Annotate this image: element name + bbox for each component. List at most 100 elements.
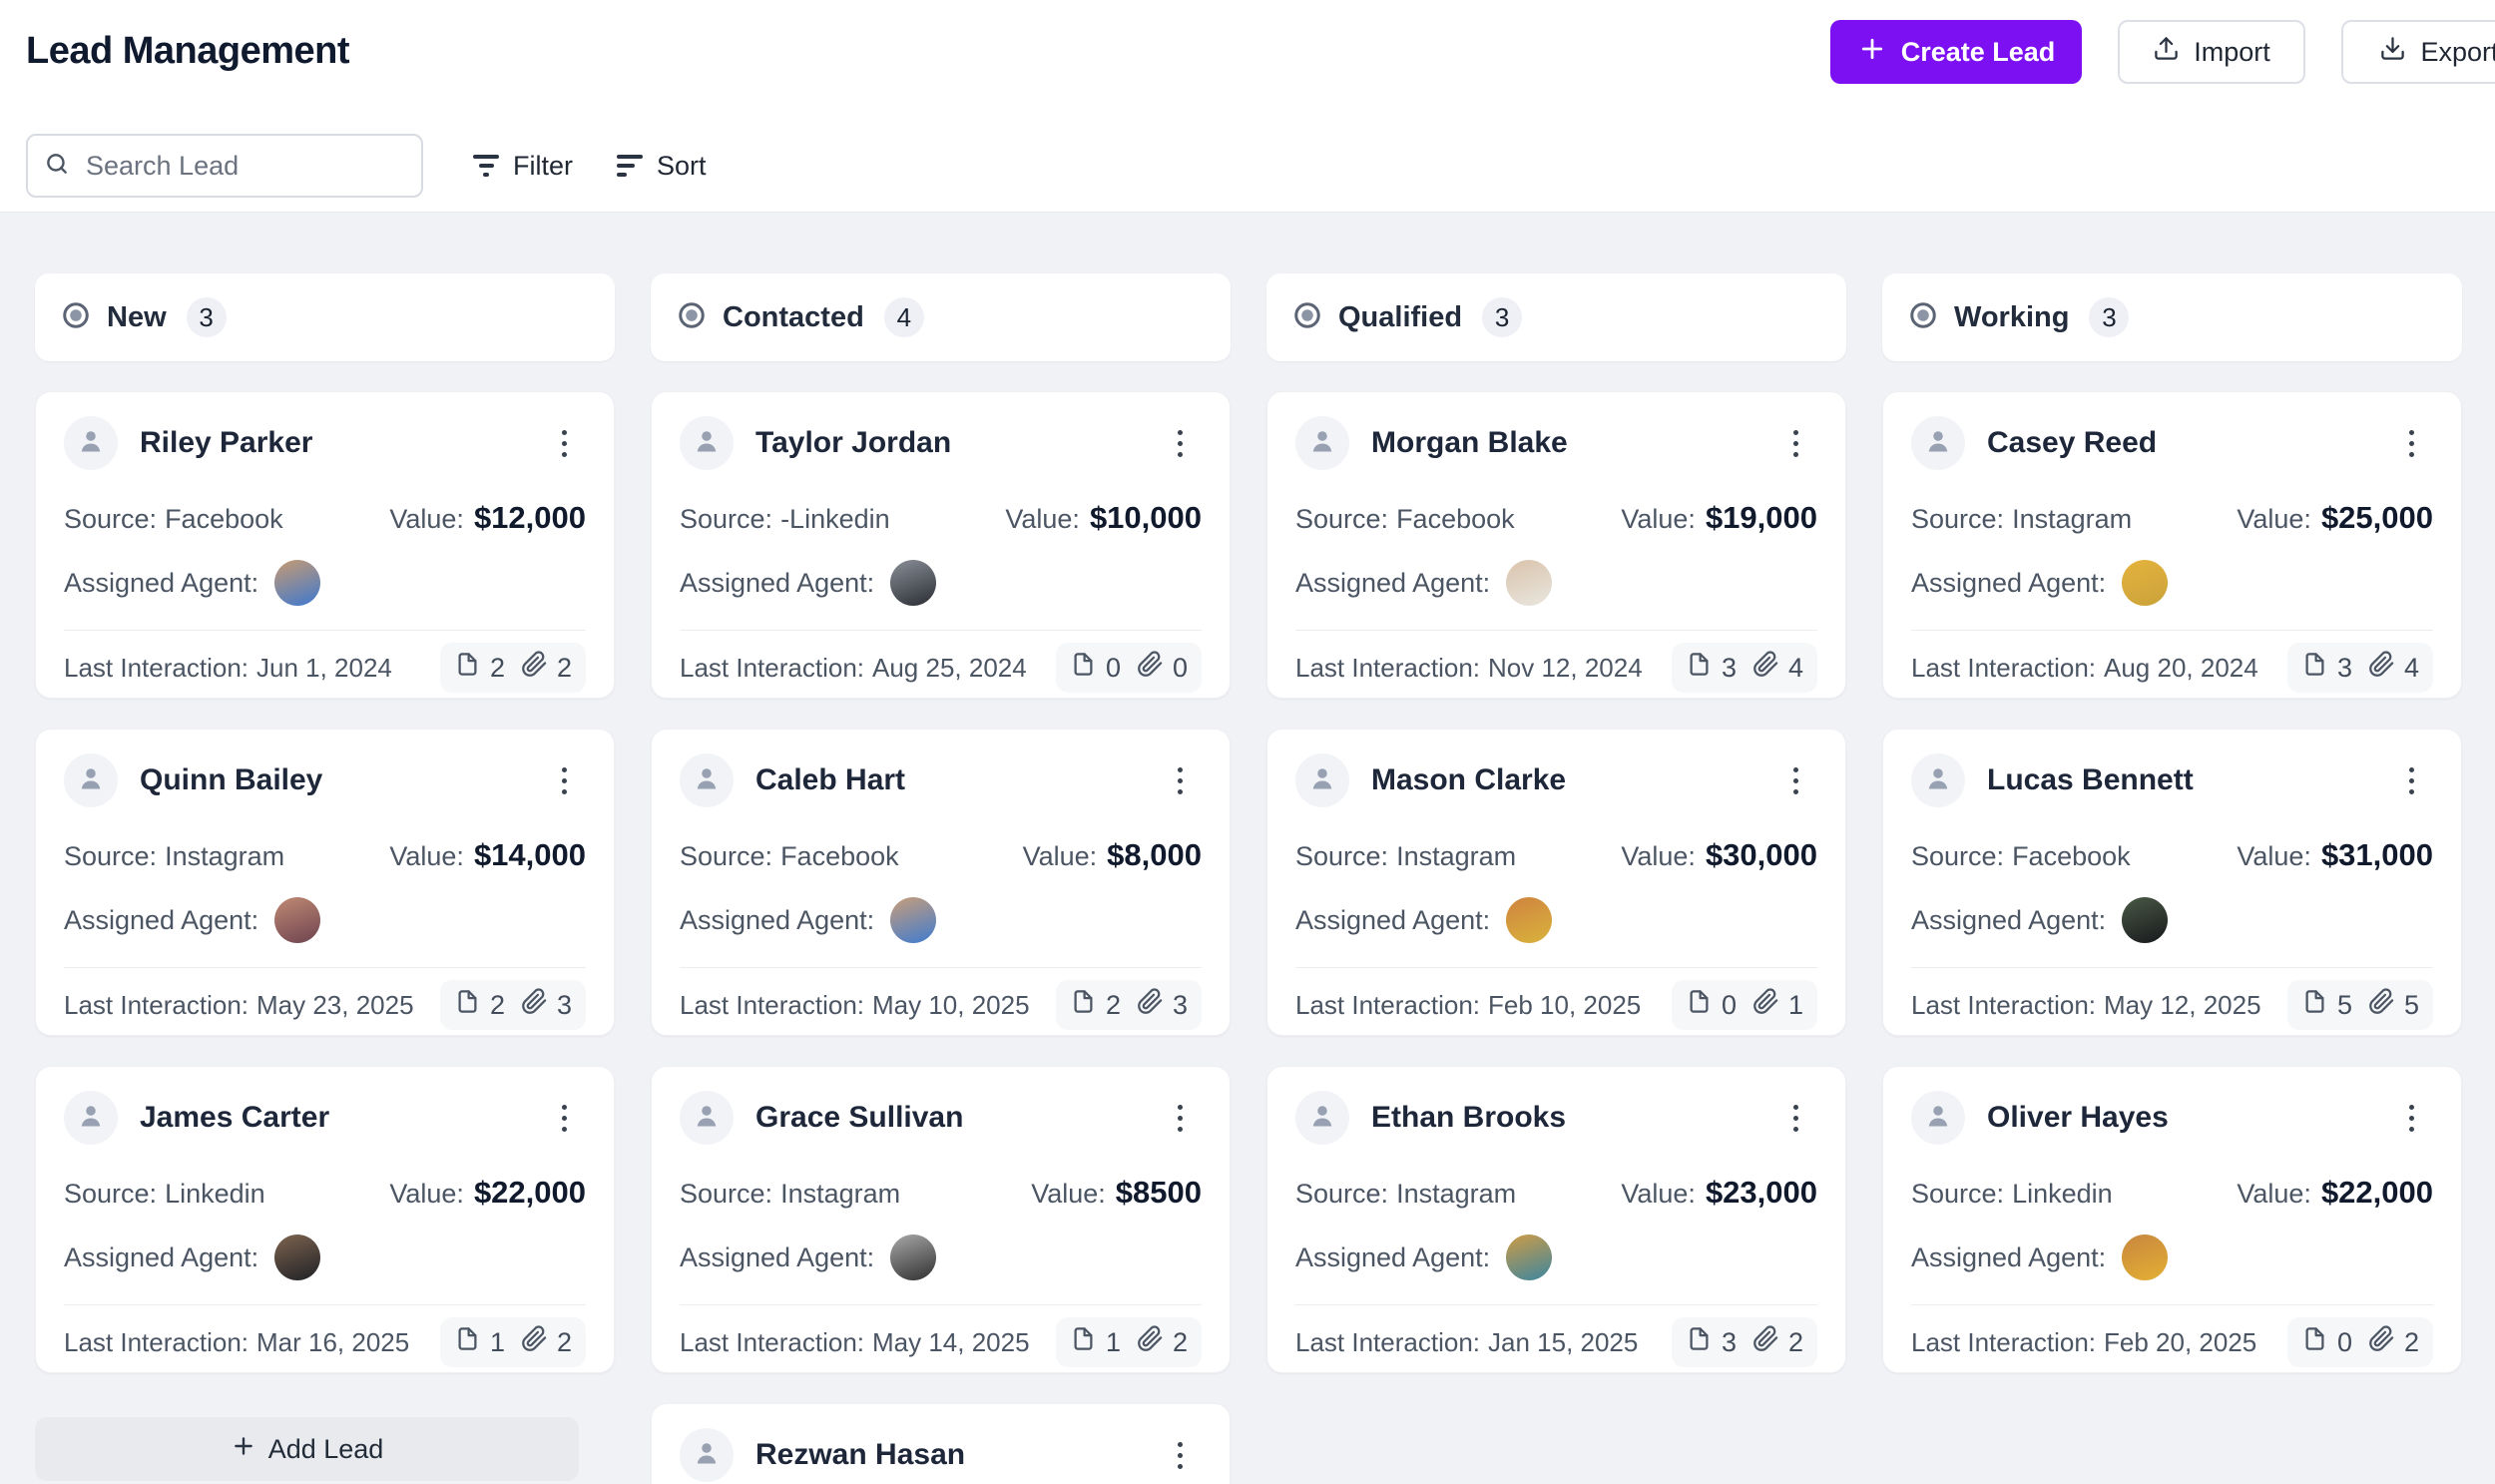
- lead-avatar: [1295, 753, 1349, 807]
- lead-card[interactable]: Riley Parker Source: Facebook Value: $12,0…: [35, 391, 615, 699]
- value-text: Value: $19,000: [1621, 500, 1817, 536]
- column-count-badge: 4: [883, 297, 924, 337]
- kebab-menu-button[interactable]: [1773, 421, 1817, 465]
- file-icon: [454, 651, 481, 685]
- lead-card[interactable]: Oliver Hayes Source: Linkedin Value: $22,0…: [1882, 1066, 2462, 1373]
- lead-card[interactable]: Casey Reed Source: Instagram Value: $25,00…: [1882, 391, 2462, 699]
- file-icon: [454, 988, 481, 1022]
- last-interaction-text: Last Interaction: Jan 15, 2025: [1295, 1327, 1638, 1358]
- lead-name: Riley Parker: [140, 426, 313, 459]
- source-value: Facebook: [780, 841, 899, 871]
- kebab-menu-button[interactable]: [1773, 758, 1817, 802]
- value-amount: $31,000: [2320, 837, 2433, 872]
- card-footer: Last Interaction: Feb 20, 2025 0 2: [1911, 1317, 2433, 1367]
- source-value-row: Source: Linkedin Value: $22,000: [1911, 1175, 2433, 1211]
- agent-label: Assigned Agent:: [64, 567, 259, 598]
- footer-meta-pill: 0 1: [1671, 980, 1817, 1030]
- value-label: Value:: [389, 1179, 464, 1209]
- kebab-menu-button[interactable]: [1773, 1096, 1817, 1140]
- create-lead-label: Create Lead: [1900, 36, 2056, 67]
- column-title: New: [107, 300, 167, 333]
- search-input[interactable]: [84, 149, 387, 183]
- lead-card[interactable]: Rezwan Hasan Source: Value: Assigned Age…: [651, 1403, 1231, 1484]
- kebab-menu-button[interactable]: [542, 758, 586, 802]
- add-lead-button[interactable]: Add Lead: [35, 1417, 579, 1481]
- value-amount: $14,000: [473, 837, 586, 872]
- value-text: Value: $22,000: [2237, 1175, 2433, 1211]
- export-button[interactable]: Export: [2341, 20, 2495, 84]
- paperclip-icon: [2368, 1325, 2395, 1359]
- lead-card-header: Quinn Bailey: [64, 753, 586, 807]
- source-value: Instagram: [2012, 504, 2133, 534]
- search-icon: [28, 151, 84, 182]
- kebab-menu-button[interactable]: [1158, 1433, 1202, 1477]
- kebab-menu-button[interactable]: [2389, 1096, 2433, 1140]
- kanban-board: New 3 Riley Parker Source: Facebook Value…: [0, 212, 2495, 1484]
- kebab-menu-button[interactable]: [542, 421, 586, 465]
- source-value-row: Source: Instagram Value: $23,000: [1295, 1175, 1817, 1211]
- person-icon: [76, 426, 106, 461]
- last-interaction-date: May 23, 2025: [256, 989, 414, 1020]
- lead-avatar: [1911, 1091, 1965, 1145]
- lead-name: Lucas Bennett: [1987, 763, 2194, 796]
- kebab-menu-button[interactable]: [1158, 421, 1202, 465]
- source-text: Source: Instagram: [64, 841, 284, 872]
- import-label: Import: [2194, 36, 2270, 67]
- docs-count: 3: [1721, 652, 1737, 683]
- lead-card-header: Oliver Hayes: [1911, 1091, 2433, 1145]
- export-label: Export: [2420, 36, 2495, 67]
- person-icon: [692, 1101, 722, 1136]
- create-lead-button[interactable]: Create Lead: [1830, 20, 2082, 84]
- value-label: Value:: [1031, 1179, 1106, 1209]
- lead-avatar: [64, 753, 118, 807]
- card-footer: Last Interaction: Nov 12, 2024 3 4: [1295, 643, 1817, 693]
- lead-avatar: [64, 1091, 118, 1145]
- sort-button[interactable]: Sort: [611, 134, 713, 198]
- person-icon: [76, 763, 106, 798]
- value-label: Value:: [389, 504, 464, 534]
- kebab-menu-button[interactable]: [542, 1096, 586, 1140]
- lead-card[interactable]: Quinn Bailey Source: Instagram Value: $14,…: [35, 729, 615, 1036]
- kebab-menu-button[interactable]: [2389, 421, 2433, 465]
- lead-card[interactable]: Caleb Hart Source: Facebook Value: $8,000 …: [651, 729, 1231, 1036]
- lead-card[interactable]: Lucas Bennett Source: Facebook Value: $31,…: [1882, 729, 2462, 1036]
- target-icon: [61, 300, 91, 335]
- footer-meta-pill: 0 2: [2286, 1317, 2433, 1367]
- lead-card[interactable]: Taylor Jordan Source: -Linkedin Value: $10…: [651, 391, 1231, 699]
- source-label: Source:: [64, 504, 158, 534]
- lead-card-header: Caleb Hart: [680, 753, 1202, 807]
- agent-row: Assigned Agent:: [680, 1235, 1202, 1280]
- value-amount: $12,000: [473, 500, 586, 535]
- lead-card[interactable]: Mason Clarke Source: Instagram Value: $30,…: [1266, 729, 1846, 1036]
- person-icon: [692, 763, 722, 798]
- card-divider: [1911, 1304, 2433, 1305]
- import-button[interactable]: Import: [2118, 20, 2305, 84]
- lead-card[interactable]: Grace Sullivan Source: Instagram Value: $8…: [651, 1066, 1231, 1373]
- page-title: Lead Management: [26, 30, 350, 72]
- source-text: Source: Instagram: [1911, 504, 2132, 535]
- column-title: Qualified: [1338, 300, 1463, 333]
- lead-avatar: [680, 753, 734, 807]
- lead-card[interactable]: James Carter Source: Linkedin Value: $22,0…: [35, 1066, 615, 1373]
- last-interaction-label: Last Interaction:: [680, 652, 864, 683]
- last-interaction-label: Last Interaction:: [1911, 1326, 2096, 1357]
- kebab-menu-button[interactable]: [2389, 758, 2433, 802]
- paperclip-icon: [521, 988, 548, 1022]
- lead-avatar: [1911, 753, 1965, 807]
- card-footer: Last Interaction: May 10, 2025 2 3: [680, 980, 1202, 1030]
- search-box: [26, 134, 423, 198]
- agent-row: Assigned Agent:: [1295, 560, 1817, 606]
- paperclip-icon: [1752, 988, 1779, 1022]
- last-interaction-text: Last Interaction: Jun 1, 2024: [64, 653, 392, 684]
- attachments-count: 2: [2403, 1326, 2419, 1357]
- filter-button[interactable]: Filter: [467, 134, 579, 198]
- kebab-menu-button[interactable]: [1158, 758, 1202, 802]
- kebab-menu-button[interactable]: [1158, 1096, 1202, 1140]
- lead-card[interactable]: Morgan Blake Source: Facebook Value: $19,0…: [1266, 391, 1846, 699]
- value-label: Value:: [389, 841, 464, 871]
- attachments-count: 0: [1172, 652, 1188, 683]
- last-interaction-text: Last Interaction: May 23, 2025: [64, 990, 414, 1021]
- docs-count: 3: [2336, 652, 2352, 683]
- agent-avatar: [2122, 897, 2169, 943]
- lead-card[interactable]: Ethan Brooks Source: Instagram Value: $23,…: [1266, 1066, 1846, 1373]
